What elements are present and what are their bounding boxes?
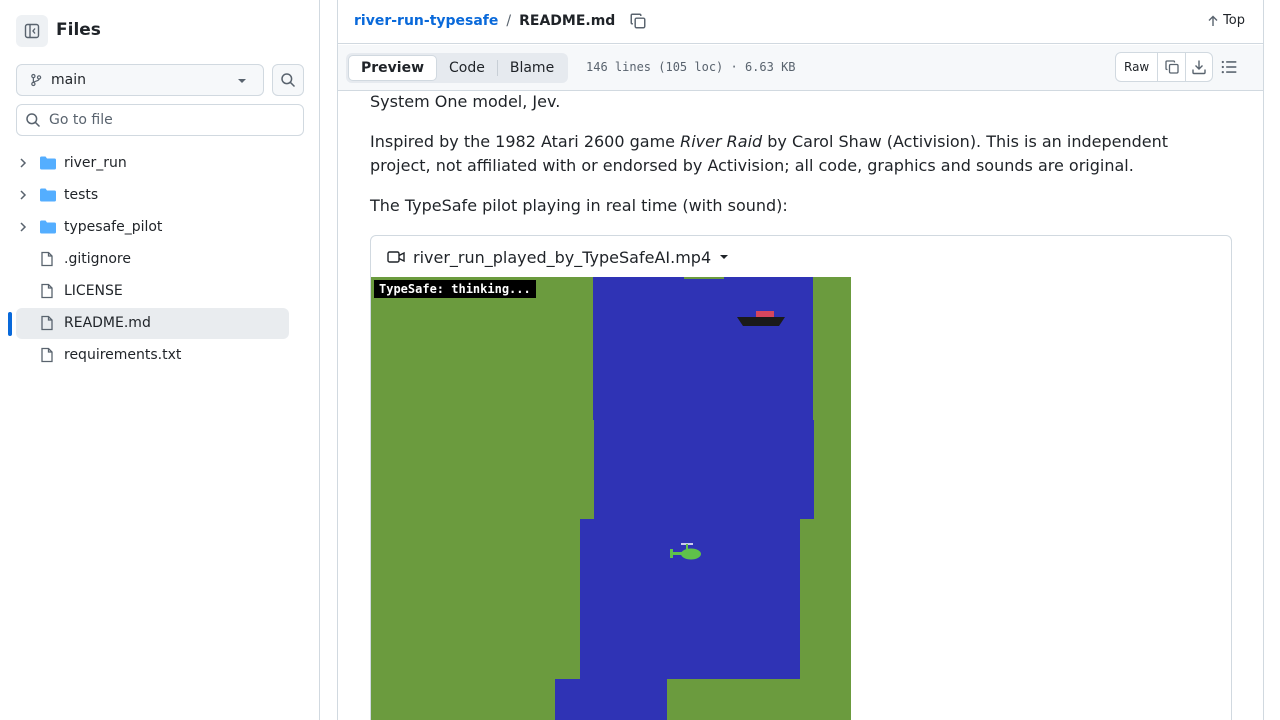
tab-code[interactable]: Code	[437, 55, 497, 81]
folder-icon	[40, 188, 56, 202]
emphasis-text: River Raid	[680, 132, 763, 151]
branch-selector[interactable]: main	[16, 64, 264, 96]
ship-sprite	[737, 311, 785, 326]
tree-item-label: typesafe_pilot	[64, 219, 163, 235]
tree-item-label: river_run	[64, 155, 127, 171]
caret-down-icon	[720, 255, 729, 259]
selected-indicator	[8, 312, 12, 336]
tree-item-label: requirements.txt	[64, 347, 182, 363]
river-segment	[594, 420, 814, 519]
river-segment	[593, 277, 813, 420]
tree-item-readme[interactable]: README.md	[0, 307, 320, 339]
chevron-right-icon[interactable]	[18, 157, 28, 169]
tree-item-label: .gitignore	[64, 251, 131, 267]
tree-item-river-run[interactable]: river_run	[0, 147, 320, 179]
copy-raw-button[interactable]	[1158, 53, 1185, 81]
video-embed: river_run_played_by_TypeSafeAI.mp4 TypeS…	[370, 235, 1232, 720]
breadcrumb-repo-link[interactable]: river-run-typesafe	[354, 13, 498, 29]
tree-item-label: README.md	[64, 315, 151, 331]
search-files-button[interactable]	[272, 64, 304, 96]
video-icon	[387, 251, 405, 263]
file-header: river-run-typesafe / README.md Top	[338, 0, 1263, 44]
go-to-file-placeholder: Go to file	[49, 112, 113, 128]
tree-item-label: tests	[64, 187, 99, 203]
breadcrumb-file: README.md	[519, 13, 616, 29]
chevron-right-icon[interactable]	[18, 189, 28, 201]
download-icon	[1192, 60, 1206, 75]
folder-icon	[40, 220, 56, 234]
readme-paragraph: System One model, Jev.	[370, 92, 561, 111]
raw-button[interactable]: Raw	[1116, 53, 1159, 81]
file-actions-group: Raw	[1115, 52, 1214, 82]
video-player[interactable]: TypeSafe: thinking...	[371, 277, 851, 720]
tree-item-label: LICENSE	[64, 283, 123, 299]
copy-icon	[1165, 60, 1179, 74]
river-segment	[555, 679, 667, 720]
sidebar-collapse-icon	[24, 23, 40, 39]
top-label: Top	[1223, 13, 1245, 28]
arrow-up-icon	[1208, 15, 1218, 26]
tab-blame[interactable]: Blame	[498, 55, 566, 81]
copy-icon	[630, 13, 646, 29]
readme-paragraph: The TypeSafe pilot playing in real time …	[370, 196, 788, 215]
riverbank-patch	[684, 277, 724, 279]
file-icon	[41, 283, 53, 299]
game-hud-status: TypeSafe: thinking...	[374, 280, 536, 298]
chevron-right-icon[interactable]	[18, 221, 28, 233]
video-filename: river_run_played_by_TypeSafeAI.mp4	[413, 247, 712, 267]
breadcrumb: river-run-typesafe / README.md	[354, 12, 647, 30]
tree-item-tests[interactable]: tests	[0, 179, 320, 211]
search-icon	[281, 73, 296, 88]
tree-item-typesafe-pilot[interactable]: typesafe_pilot	[0, 211, 320, 243]
tree-item-gitignore[interactable]: .gitignore	[0, 243, 320, 275]
readme-paragraph: Inspired by the 1982 Atari 2600 game Riv…	[370, 130, 1210, 178]
git-branch-icon	[31, 73, 42, 87]
selected-highlight	[16, 308, 289, 339]
branch-name: main	[51, 72, 86, 88]
copy-path-button[interactable]	[629, 12, 647, 30]
sidebar-title: Files	[56, 20, 101, 40]
file-tree: river_run tests typesafe_pilot .gitignor…	[0, 147, 320, 371]
file-icon	[41, 251, 53, 267]
folder-icon	[40, 156, 56, 170]
collapse-sidebar-button[interactable]	[16, 15, 48, 47]
tree-item-license[interactable]: LICENSE	[0, 275, 320, 307]
video-dropdown-caret[interactable]	[719, 253, 729, 261]
view-mode-segmented-control: Preview Code Blame	[346, 53, 569, 83]
outline-button[interactable]	[1220, 58, 1238, 80]
go-to-file-input[interactable]: Go to file	[16, 104, 304, 136]
file-toolbar: Preview Code Blame 146 lines (105 loc) ·…	[338, 45, 1263, 91]
search-icon	[26, 113, 41, 128]
download-button[interactable]	[1185, 53, 1212, 81]
breadcrumb-separator: /	[506, 13, 512, 29]
file-tree-sidebar: Files main Go to file river_run tests ty…	[0, 0, 320, 720]
caret-down-icon	[238, 79, 246, 83]
file-info: 146 lines (105 loc) · 6.63 KB	[586, 60, 796, 74]
tree-item-requirements[interactable]: requirements.txt	[0, 339, 320, 371]
text-span: Inspired by the 1982 Atari 2600 game	[370, 132, 681, 151]
tab-preview[interactable]: Preview	[348, 55, 438, 81]
back-to-top-button[interactable]: Top	[1207, 13, 1245, 28]
helicopter-sprite	[670, 543, 701, 560]
list-unordered-icon	[1221, 60, 1237, 74]
file-icon	[41, 347, 53, 363]
file-view: river-run-typesafe / README.md Top Previ…	[337, 0, 1264, 720]
file-icon	[41, 315, 53, 331]
video-header[interactable]: river_run_played_by_TypeSafeAI.mp4	[371, 236, 1231, 278]
